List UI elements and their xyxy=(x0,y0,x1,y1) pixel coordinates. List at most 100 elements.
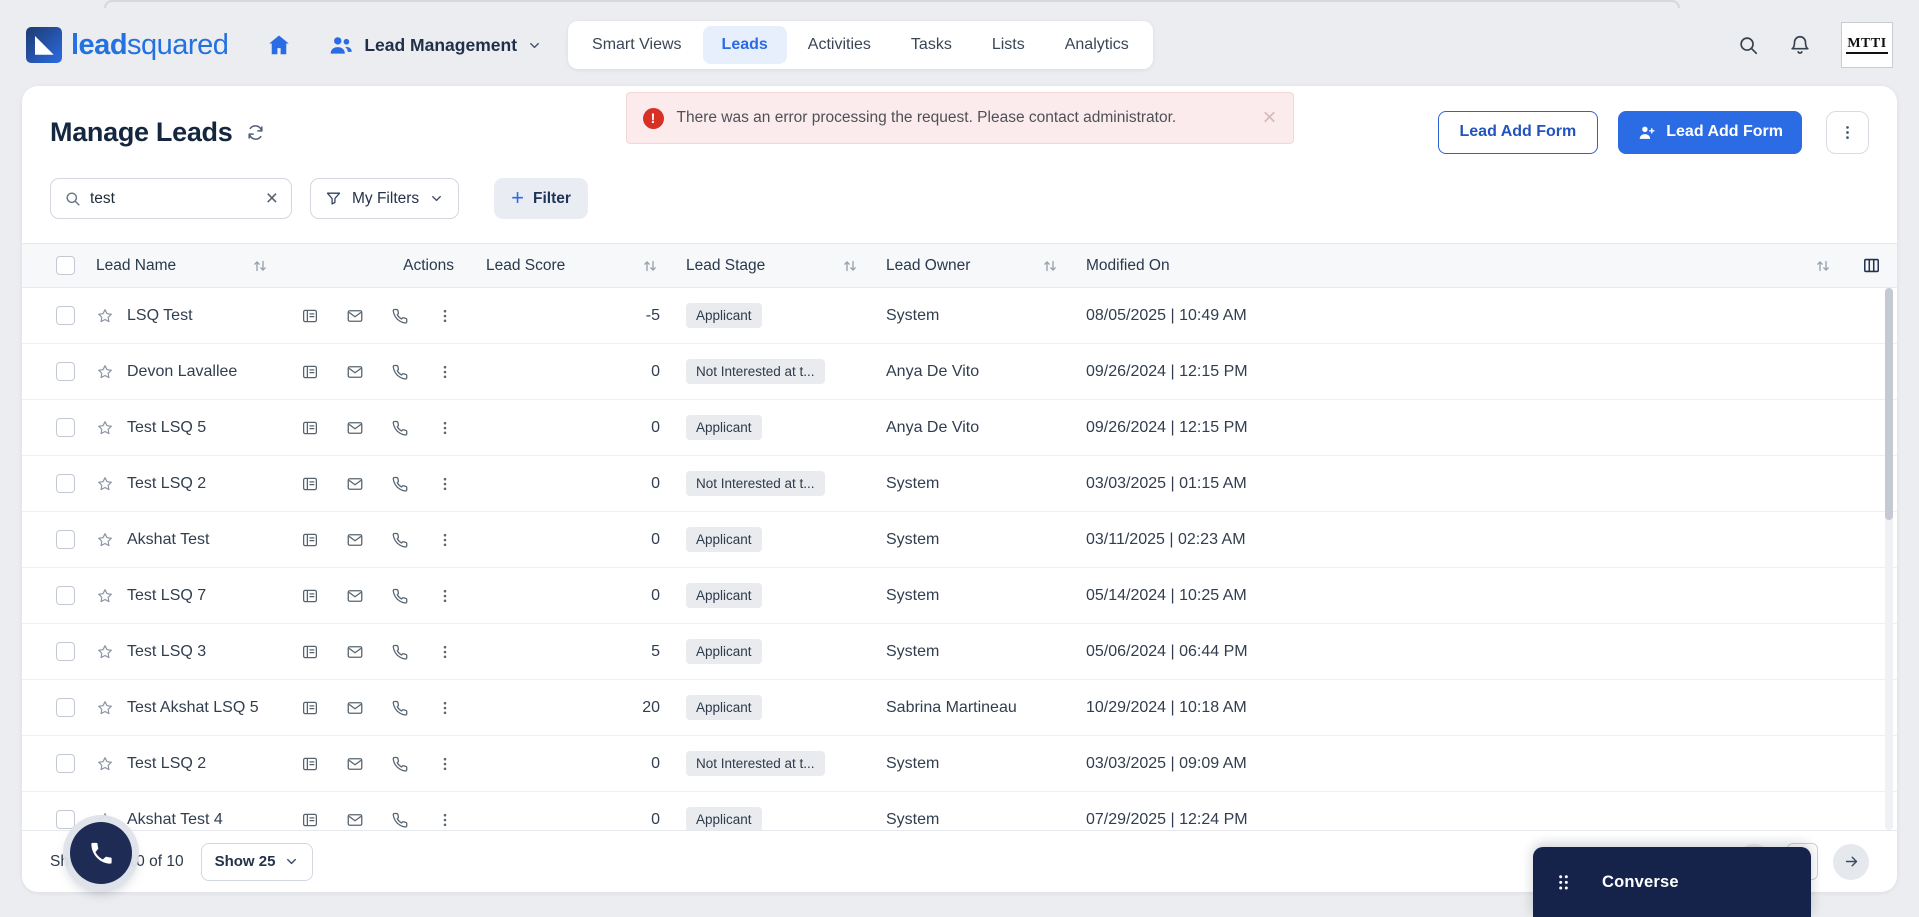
lead-card-icon[interactable] xyxy=(301,811,319,829)
call-icon[interactable] xyxy=(391,811,409,829)
lead-name[interactable]: Test LSQ 7 xyxy=(127,587,206,605)
scrollbar-thumb[interactable] xyxy=(1885,288,1893,520)
notifications-bell-icon[interactable] xyxy=(1789,34,1811,56)
call-icon[interactable] xyxy=(391,699,409,717)
column-header-modified-on[interactable]: Modified On xyxy=(1072,257,1845,275)
lead-name[interactable]: Test LSQ 3 xyxy=(127,643,206,661)
converse-widget[interactable]: Converse xyxy=(1533,847,1811,917)
lead-add-form-primary-button[interactable]: Lead Add Form xyxy=(1618,110,1802,154)
column-header-lead-owner[interactable]: Lead Owner xyxy=(872,257,1072,275)
star-icon[interactable] xyxy=(96,531,114,549)
lead-name[interactable]: LSQ Test xyxy=(127,307,193,325)
email-icon[interactable] xyxy=(346,755,364,773)
lead-card-icon[interactable] xyxy=(301,475,319,493)
search-icon[interactable] xyxy=(1737,34,1759,56)
star-icon[interactable] xyxy=(96,307,114,325)
row-more-icon[interactable] xyxy=(436,307,454,325)
next-page-button[interactable] xyxy=(1833,843,1869,880)
column-header-lead-stage[interactable]: Lead Stage xyxy=(672,257,872,275)
select-all-checkbox[interactable] xyxy=(56,256,75,275)
lead-name[interactable]: Test Akshat LSQ 5 xyxy=(127,699,259,717)
lead-card-icon[interactable] xyxy=(301,699,319,717)
sort-icon[interactable] xyxy=(642,258,658,274)
call-icon[interactable] xyxy=(391,475,409,493)
row-checkbox[interactable] xyxy=(56,754,75,773)
sort-icon[interactable] xyxy=(1042,258,1058,274)
star-icon[interactable] xyxy=(96,755,114,773)
call-icon[interactable] xyxy=(391,419,409,437)
star-icon[interactable] xyxy=(96,419,114,437)
row-more-icon[interactable] xyxy=(436,587,454,605)
lead-name[interactable]: Test LSQ 5 xyxy=(127,419,206,437)
star-icon[interactable] xyxy=(96,363,114,381)
account-avatar[interactable]: MTTI xyxy=(1841,22,1893,68)
row-more-icon[interactable] xyxy=(436,643,454,661)
row-more-icon[interactable] xyxy=(436,363,454,381)
lead-card-icon[interactable] xyxy=(301,419,319,437)
row-checkbox[interactable] xyxy=(56,362,75,381)
column-header-lead-name[interactable]: Lead Name xyxy=(82,257,282,275)
star-icon[interactable] xyxy=(96,587,114,605)
add-filter-button[interactable]: + Filter xyxy=(494,178,588,219)
lead-card-icon[interactable] xyxy=(301,643,319,661)
lead-name[interactable]: Devon Lavallee xyxy=(127,363,237,381)
drag-handle-icon[interactable] xyxy=(1556,873,1571,892)
star-icon[interactable] xyxy=(96,643,114,661)
call-icon[interactable] xyxy=(391,531,409,549)
search-input[interactable] xyxy=(90,189,257,208)
sort-icon[interactable] xyxy=(842,258,858,274)
row-checkbox[interactable] xyxy=(56,306,75,325)
sort-icon[interactable] xyxy=(252,258,268,274)
row-checkbox[interactable] xyxy=(56,642,75,661)
call-icon[interactable] xyxy=(391,755,409,773)
email-icon[interactable] xyxy=(346,531,364,549)
tab-leads[interactable]: Leads xyxy=(702,26,787,64)
lead-card-icon[interactable] xyxy=(301,587,319,605)
lead-name[interactable]: Test LSQ 2 xyxy=(127,755,206,773)
star-icon[interactable] xyxy=(96,475,114,493)
sort-icon[interactable] xyxy=(1815,258,1831,274)
row-more-icon[interactable] xyxy=(436,531,454,549)
tab-smart-views[interactable]: Smart Views xyxy=(573,26,701,64)
call-icon[interactable] xyxy=(391,307,409,325)
email-icon[interactable] xyxy=(346,363,364,381)
lead-name[interactable]: Test LSQ 2 xyxy=(127,475,206,493)
email-icon[interactable] xyxy=(346,307,364,325)
lead-card-icon[interactable] xyxy=(301,307,319,325)
call-icon[interactable] xyxy=(391,587,409,605)
row-checkbox[interactable] xyxy=(56,810,75,829)
row-more-icon[interactable] xyxy=(436,419,454,437)
row-more-icon[interactable] xyxy=(436,475,454,493)
star-icon[interactable] xyxy=(96,699,114,717)
home-icon[interactable] xyxy=(266,32,292,58)
vertical-scrollbar[interactable] xyxy=(1885,288,1893,830)
refresh-icon[interactable] xyxy=(246,123,265,142)
lead-card-icon[interactable] xyxy=(301,755,319,773)
email-icon[interactable] xyxy=(346,419,364,437)
row-more-icon[interactable] xyxy=(436,699,454,717)
page-size-dropdown[interactable]: Show 25 xyxy=(200,842,314,881)
row-more-icon[interactable] xyxy=(436,755,454,773)
row-checkbox[interactable] xyxy=(56,586,75,605)
my-filters-dropdown[interactable]: My Filters xyxy=(310,178,460,219)
row-checkbox[interactable] xyxy=(56,530,75,549)
call-icon[interactable] xyxy=(391,643,409,661)
leadsquared-logo[interactable]: leadsquared xyxy=(26,27,229,63)
alert-close-icon[interactable]: × xyxy=(1262,106,1276,130)
manage-columns-button[interactable] xyxy=(1845,256,1897,275)
row-checkbox[interactable] xyxy=(56,698,75,717)
lead-add-form-secondary-button[interactable]: Lead Add Form xyxy=(1437,110,1599,154)
row-checkbox[interactable] xyxy=(56,474,75,493)
email-icon[interactable] xyxy=(346,643,364,661)
email-icon[interactable] xyxy=(346,811,364,829)
lead-name[interactable]: Akshat Test xyxy=(127,531,209,549)
email-icon[interactable] xyxy=(346,587,364,605)
lead-card-icon[interactable] xyxy=(301,363,319,381)
email-icon[interactable] xyxy=(346,475,364,493)
lead-name[interactable]: Akshat Test 4 xyxy=(127,811,223,829)
lead-card-icon[interactable] xyxy=(301,531,319,549)
tab-lists[interactable]: Lists xyxy=(973,26,1044,64)
row-more-icon[interactable] xyxy=(436,811,454,829)
row-checkbox[interactable] xyxy=(56,418,75,437)
call-icon[interactable] xyxy=(391,363,409,381)
